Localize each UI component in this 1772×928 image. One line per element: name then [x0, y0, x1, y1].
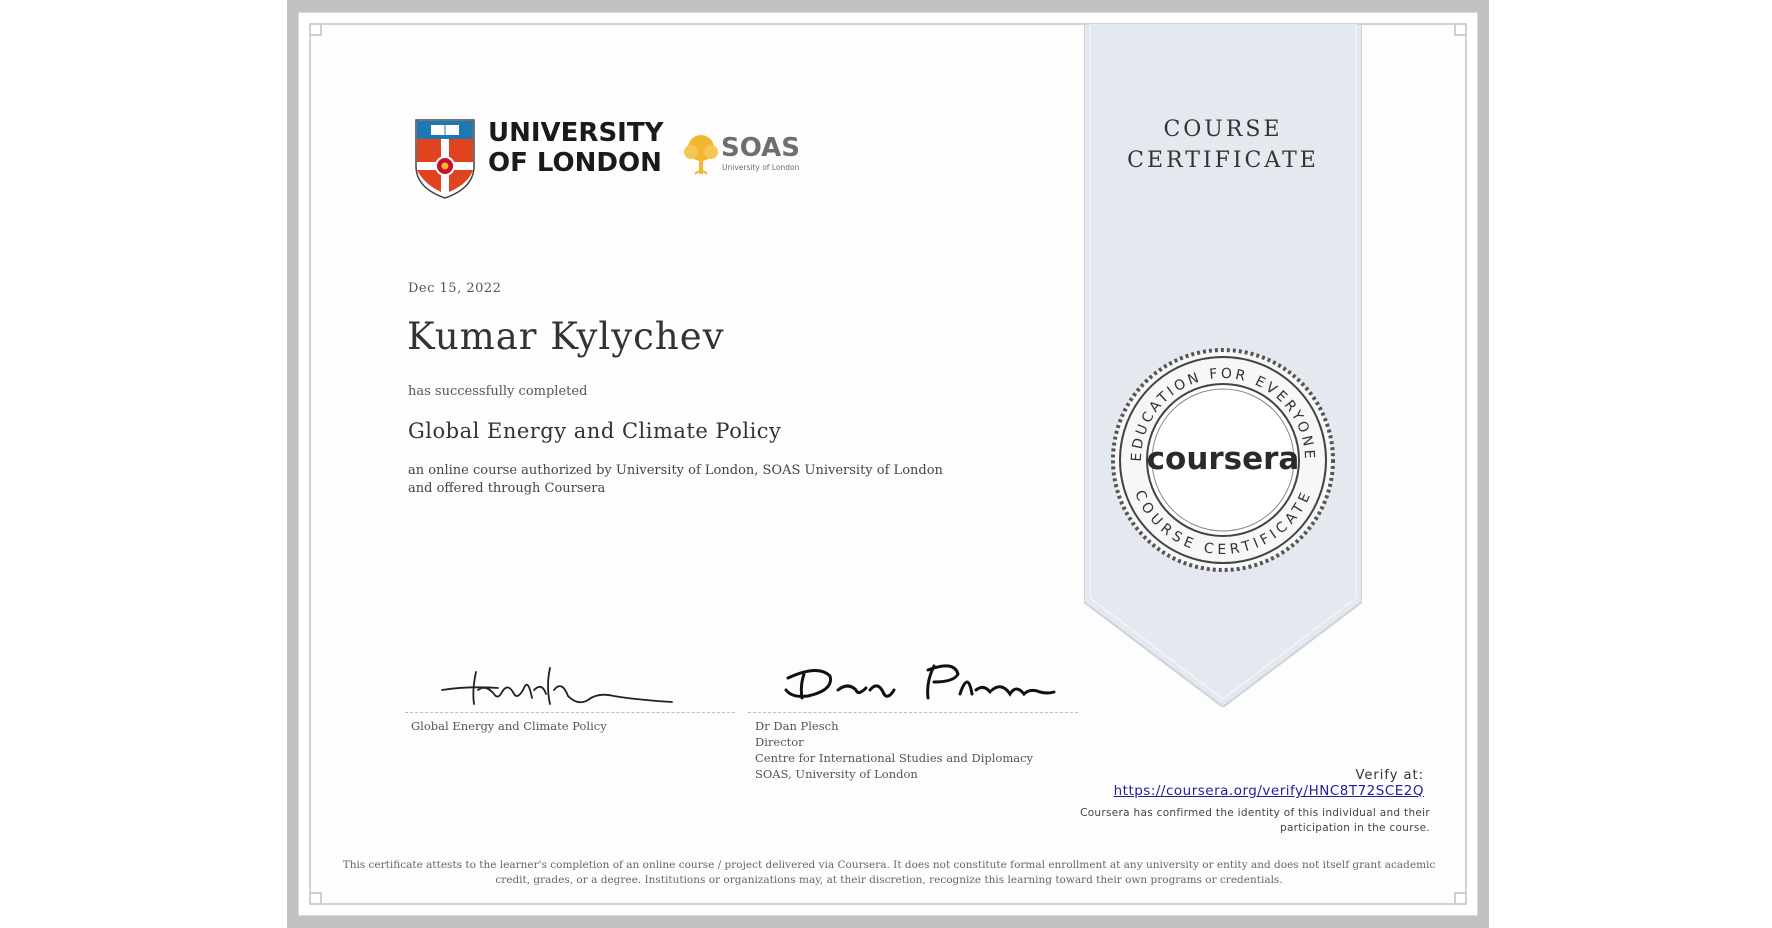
corner-ornament-tr [1454, 23, 1467, 36]
soas-name: SOAS [721, 133, 800, 163]
ribbon-title: COURSE CERTIFICATE [1084, 114, 1362, 176]
signatory-2-title: Director [755, 735, 804, 749]
certificate-disclaimer: This certificate attests to the learner'… [342, 859, 1436, 886]
ribbon-title-line1: COURSE [1163, 117, 1283, 142]
soas-subtitle: University of London [722, 163, 800, 172]
uol-shield-icon [415, 119, 475, 199]
signature-2 [784, 664, 1056, 700]
signatory-2-details: Dr Dan Plesch Director Centre for Intern… [755, 718, 1033, 782]
corner-ornament-tl [309, 23, 322, 36]
uol-name-line2: OF LONDON [488, 148, 662, 178]
verify-label: Verify at: [1355, 768, 1424, 783]
completion-date: Dec 15, 2022 [408, 281, 502, 296]
course-name: Global Energy and Climate Policy [408, 419, 782, 443]
verification-note: Coursera has confirmed the identity of t… [1080, 807, 1430, 834]
signature-line-2 [748, 712, 1078, 713]
university-of-london-logo: UNIVERSITY OF LONDON [414, 118, 663, 204]
seal-brand: coursera [1147, 441, 1300, 477]
coursera-seal: EDUCATION FOR EVERYONE COURSE CERTIFICAT… [1111, 348, 1335, 572]
completed-text: has successfully completed [408, 384, 588, 399]
uol-name-line1: UNIVERSITY [488, 118, 664, 148]
signatory-1-details: Global Energy and Climate Policy [411, 718, 607, 734]
ribbon-title-line2: CERTIFICATE [1127, 148, 1319, 173]
corner-ornament-br [1454, 892, 1467, 905]
soas-logo: SOAS University of London [681, 134, 800, 180]
signatory-2-department: Centre for International Studies and Dip… [755, 751, 1034, 765]
signature-line-1 [405, 712, 735, 713]
verify-link[interactable]: https://coursera.org/verify/HNC8T72SCE2Q [1114, 783, 1424, 799]
recipient-name: Kumar Kylychev [407, 315, 725, 358]
signatory-2-name: Dr Dan Plesch [755, 719, 839, 733]
signatory-2-institution: SOAS, University of London [755, 767, 918, 781]
soas-tree-icon [684, 135, 718, 175]
corner-ornament-bl [309, 892, 322, 905]
signatory-1-line: Global Energy and Climate Policy [411, 719, 607, 733]
signature-1 [441, 667, 673, 705]
course-description: an online course authorized by Universit… [408, 463, 943, 496]
